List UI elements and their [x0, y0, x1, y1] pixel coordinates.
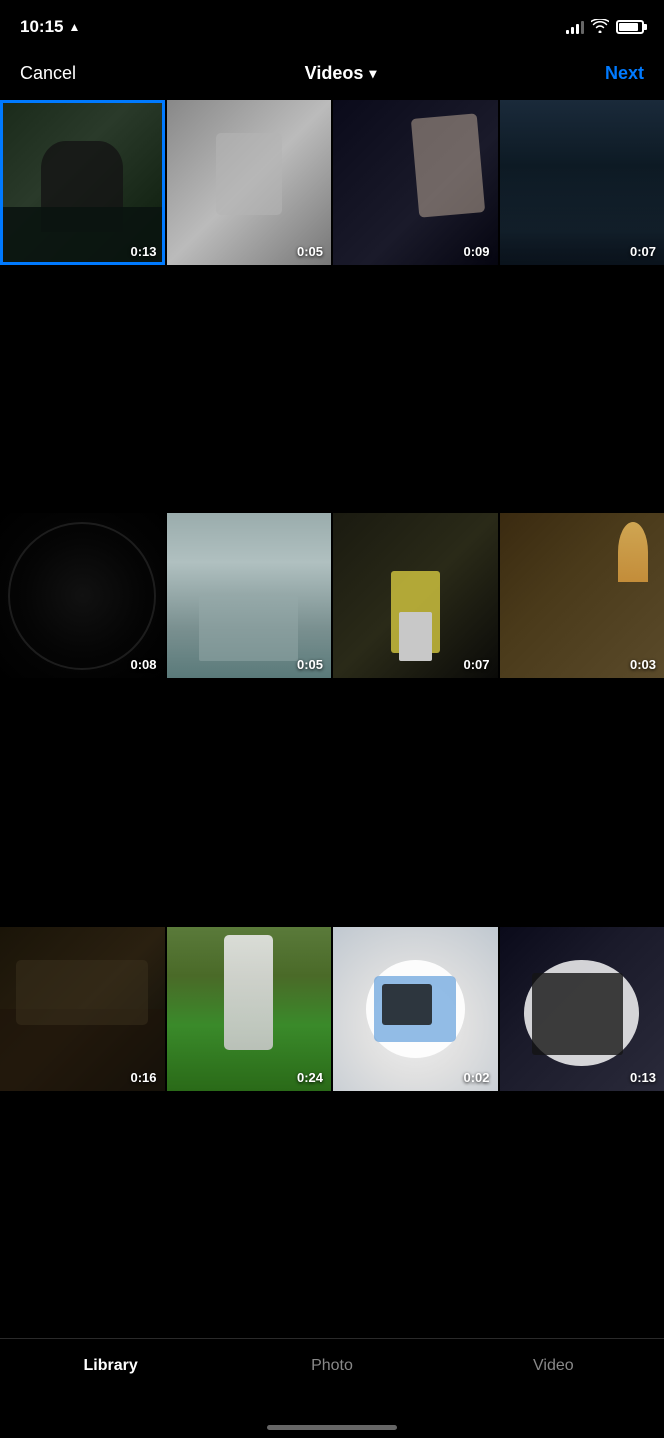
thumbnail-grid-section: 0:13 0:05 0:09 0:07 0:08 0:05 0:07: [0, 100, 664, 1338]
status-icons: [566, 19, 644, 36]
thumb-duration-8: 0:03: [630, 657, 656, 672]
home-indicator: [267, 1425, 397, 1430]
tab-library-label: Library: [84, 1357, 138, 1375]
tab-video[interactable]: Video: [443, 1351, 664, 1379]
thumbnail-1[interactable]: 0:13: [0, 100, 165, 265]
thumbnail-3[interactable]: 0:09: [333, 100, 498, 265]
chevron-down-icon: ▾: [369, 65, 376, 82]
tab-library[interactable]: Library: [0, 1351, 221, 1379]
thumb-duration-5: 0:08: [130, 657, 156, 672]
status-time: 10:15 ▲: [20, 17, 80, 37]
wifi-icon: [591, 19, 609, 36]
location-arrow-icon: ▲: [68, 20, 80, 34]
time-display: 10:15: [20, 17, 63, 37]
thumb-duration-7: 0:07: [463, 657, 489, 672]
thumbnail-4[interactable]: 0:07: [500, 100, 664, 265]
signal-icon: [566, 20, 584, 34]
status-bar: 10:15 ▲: [0, 0, 664, 50]
thumbnail-7[interactable]: 0:07: [333, 513, 498, 678]
thumbnail-12[interactable]: 0:13: [500, 927, 664, 1092]
thumb-duration-11: 0:02: [463, 1070, 489, 1085]
battery-icon: [616, 20, 644, 34]
thumb-duration-6: 0:05: [297, 657, 323, 672]
thumbnail-8[interactable]: 0:03: [500, 513, 664, 678]
thumb-duration-12: 0:13: [630, 1070, 656, 1085]
thumbnail-11[interactable]: 0:02: [333, 927, 498, 1092]
thumb-duration-3: 0:09: [463, 244, 489, 259]
thumbnail-grid: 0:13 0:05 0:09 0:07 0:08 0:05 0:07: [0, 100, 664, 1338]
next-button[interactable]: Next: [605, 63, 644, 84]
thumb-duration-9: 0:16: [130, 1070, 156, 1085]
thumbnail-2[interactable]: 0:05: [167, 100, 332, 265]
thumb-duration-1: 0:13: [130, 244, 156, 259]
thumb-duration-10: 0:24: [297, 1070, 323, 1085]
thumbnail-6[interactable]: 0:05: [167, 513, 332, 678]
album-picker-button[interactable]: Videos ▾: [305, 63, 377, 84]
thumb-duration-2: 0:05: [297, 244, 323, 259]
album-title: Videos: [305, 63, 364, 84]
thumbnail-10[interactable]: 0:24: [167, 927, 332, 1092]
thumbnail-9[interactable]: 0:16: [0, 927, 165, 1092]
thumb-duration-4: 0:07: [630, 244, 656, 259]
cancel-button[interactable]: Cancel: [20, 63, 76, 84]
tab-photo[interactable]: Photo: [221, 1351, 442, 1379]
tab-bar: Library Photo Video: [0, 1338, 664, 1438]
nav-bar: Cancel Videos ▾ Next: [0, 50, 664, 100]
tab-photo-label: Photo: [311, 1357, 353, 1375]
tab-video-label: Video: [533, 1357, 574, 1375]
thumbnail-5[interactable]: 0:08: [0, 513, 165, 678]
